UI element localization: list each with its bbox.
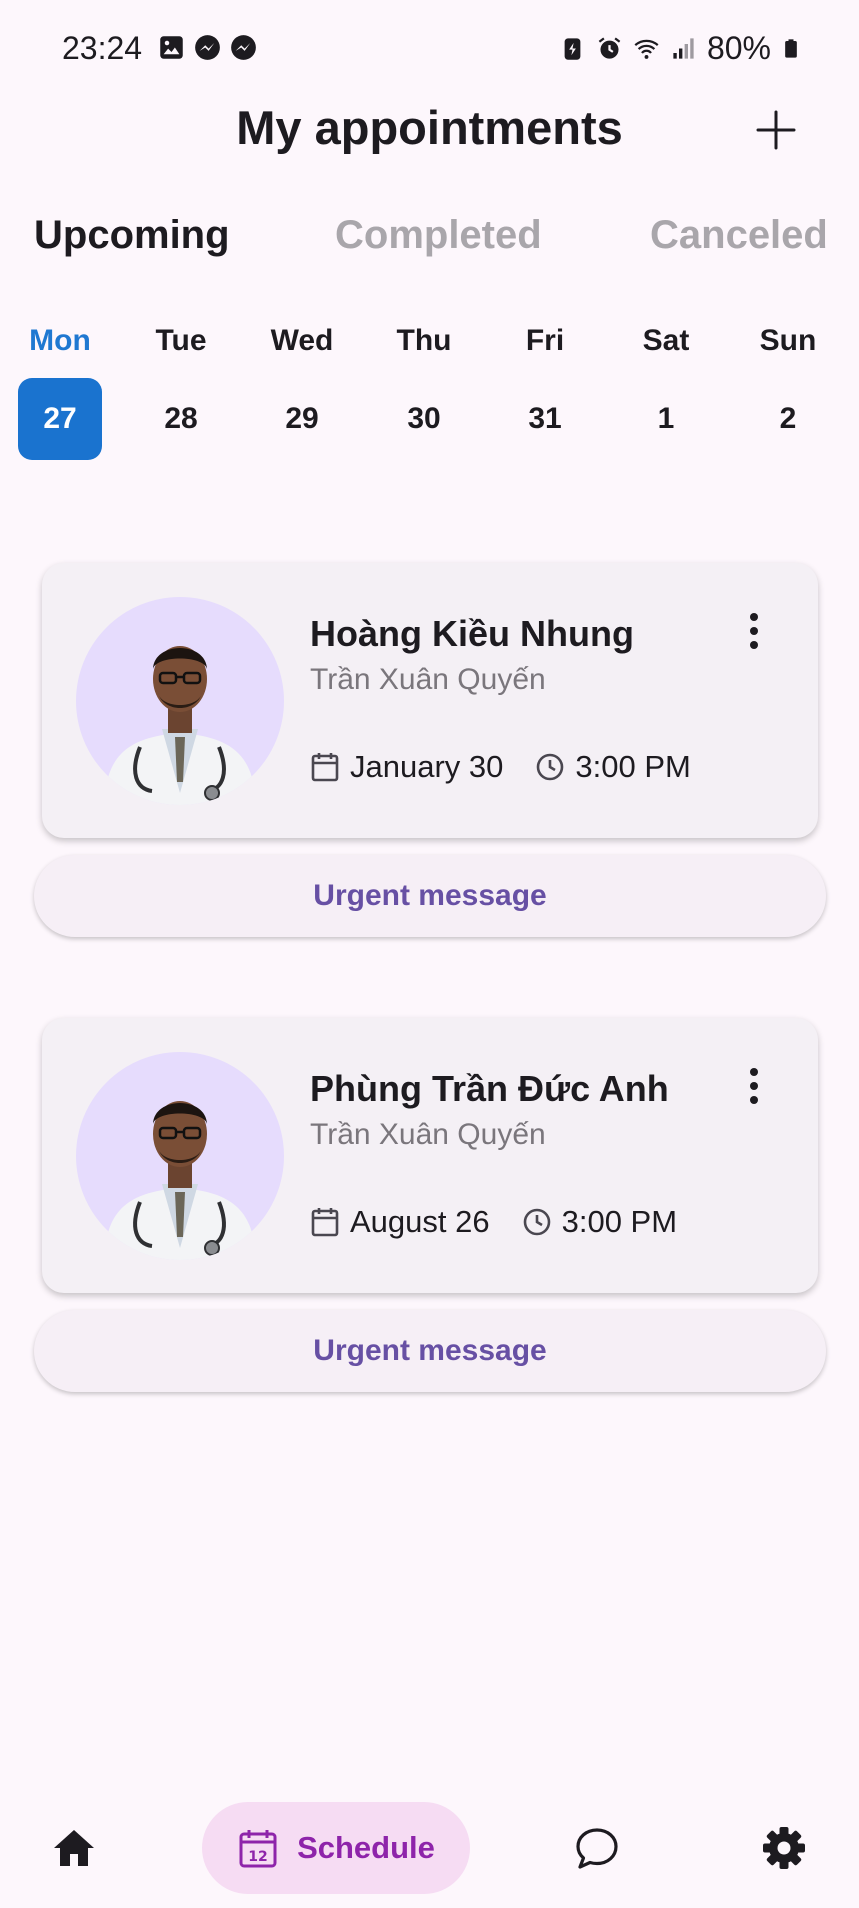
alarm-icon: [598, 37, 621, 59]
avatar: [76, 1052, 284, 1260]
chat-icon[interactable]: [573, 1824, 621, 1872]
appointment-date: January 30: [350, 749, 504, 784]
calendar-icon: [311, 1208, 339, 1237]
day-fri[interactable]: Fri 31: [495, 318, 595, 460]
signal-icon: [673, 38, 694, 59]
status-bar: 23:24 80%: [0, 0, 859, 96]
plus-icon[interactable]: [752, 106, 800, 154]
appointment-time: 3:00 PM: [561, 1204, 678, 1239]
calendar-icon: [311, 753, 339, 782]
settings-icon[interactable]: [760, 1824, 808, 1872]
day-name: Fri: [525, 324, 565, 357]
bottom-nav: 12 Schedule: [0, 1790, 859, 1908]
battery-percent: 80%: [706, 30, 771, 66]
more-vert-icon[interactable]: [742, 1066, 766, 1106]
day-number[interactable]: 2: [746, 378, 830, 460]
day-name: Sat: [642, 324, 690, 357]
day-tue[interactable]: Tue 28: [131, 318, 231, 460]
tab-completed[interactable]: Completed: [335, 213, 542, 258]
doctor-portrait-icon: [104, 1101, 256, 1260]
day-name: Thu: [396, 324, 452, 357]
doctor-name: Trần Xuân Quyến: [310, 1118, 546, 1151]
appointment-date: August 26: [350, 1204, 490, 1239]
svg-text:12: 12: [248, 1849, 267, 1865]
day-number[interactable]: 27: [18, 378, 102, 460]
nav-schedule[interactable]: 12 Schedule: [202, 1802, 470, 1894]
gallery-icon: [160, 36, 183, 59]
tab-canceled[interactable]: Canceled: [650, 213, 828, 258]
calendar-icon: 12: [239, 1830, 277, 1868]
day-sun[interactable]: Sun 2: [738, 318, 838, 460]
home-icon[interactable]: [50, 1824, 98, 1872]
day-number[interactable]: 1: [624, 378, 708, 460]
day-number[interactable]: 30: [382, 378, 466, 460]
urgent-message-button[interactable]: Urgent message: [34, 1310, 826, 1392]
patient-name: Phùng Trần Đức Anh: [310, 1068, 669, 1109]
clock-icon: [523, 1208, 550, 1236]
tab-upcoming[interactable]: Upcoming: [34, 213, 230, 258]
appointment-meta: January 30 3:00 PM: [310, 749, 691, 785]
day-mon[interactable]: Mon 27: [10, 318, 110, 460]
patient-name: Hoàng Kiều Nhung: [310, 613, 634, 654]
doctor-portrait-icon: [104, 646, 256, 805]
messenger-icon: [231, 35, 256, 60]
urgent-message-button[interactable]: Urgent message: [34, 855, 826, 937]
status-time: 23:24: [62, 30, 143, 66]
appointment-meta: August 26 3:00 PM: [310, 1204, 677, 1240]
messenger-icon: [195, 35, 220, 60]
appointment-card[interactable]: Hoàng Kiều Nhung Trần Xuân Quyến January…: [42, 563, 818, 838]
doctor-name: Trần Xuân Quyến: [310, 663, 546, 696]
day-wed[interactable]: Wed 29: [252, 318, 352, 460]
nav-schedule-label: Schedule: [297, 1830, 435, 1865]
page-title: My appointments: [236, 101, 623, 154]
day-thu[interactable]: Thu 30: [374, 318, 474, 460]
day-name: Tue: [155, 324, 207, 357]
avatar: [76, 597, 284, 805]
day-name: Mon: [29, 324, 91, 357]
day-number[interactable]: 28: [139, 378, 223, 460]
battery-saver-icon: [564, 38, 581, 60]
day-number[interactable]: 31: [503, 378, 587, 460]
day-name: Sun: [759, 324, 817, 357]
day-number[interactable]: 29: [260, 378, 344, 460]
day-sat[interactable]: Sat 1: [616, 318, 716, 460]
more-vert-icon[interactable]: [742, 611, 766, 651]
clock-icon: [537, 753, 564, 781]
appointment-time: 3:00 PM: [575, 749, 691, 784]
appointment-card[interactable]: Phùng Trần Đức Anh Trần Xuân Quyến Augus…: [42, 1018, 818, 1293]
day-name: Wed: [270, 324, 334, 357]
battery-icon: [785, 39, 797, 58]
wifi-icon: [634, 39, 659, 59]
